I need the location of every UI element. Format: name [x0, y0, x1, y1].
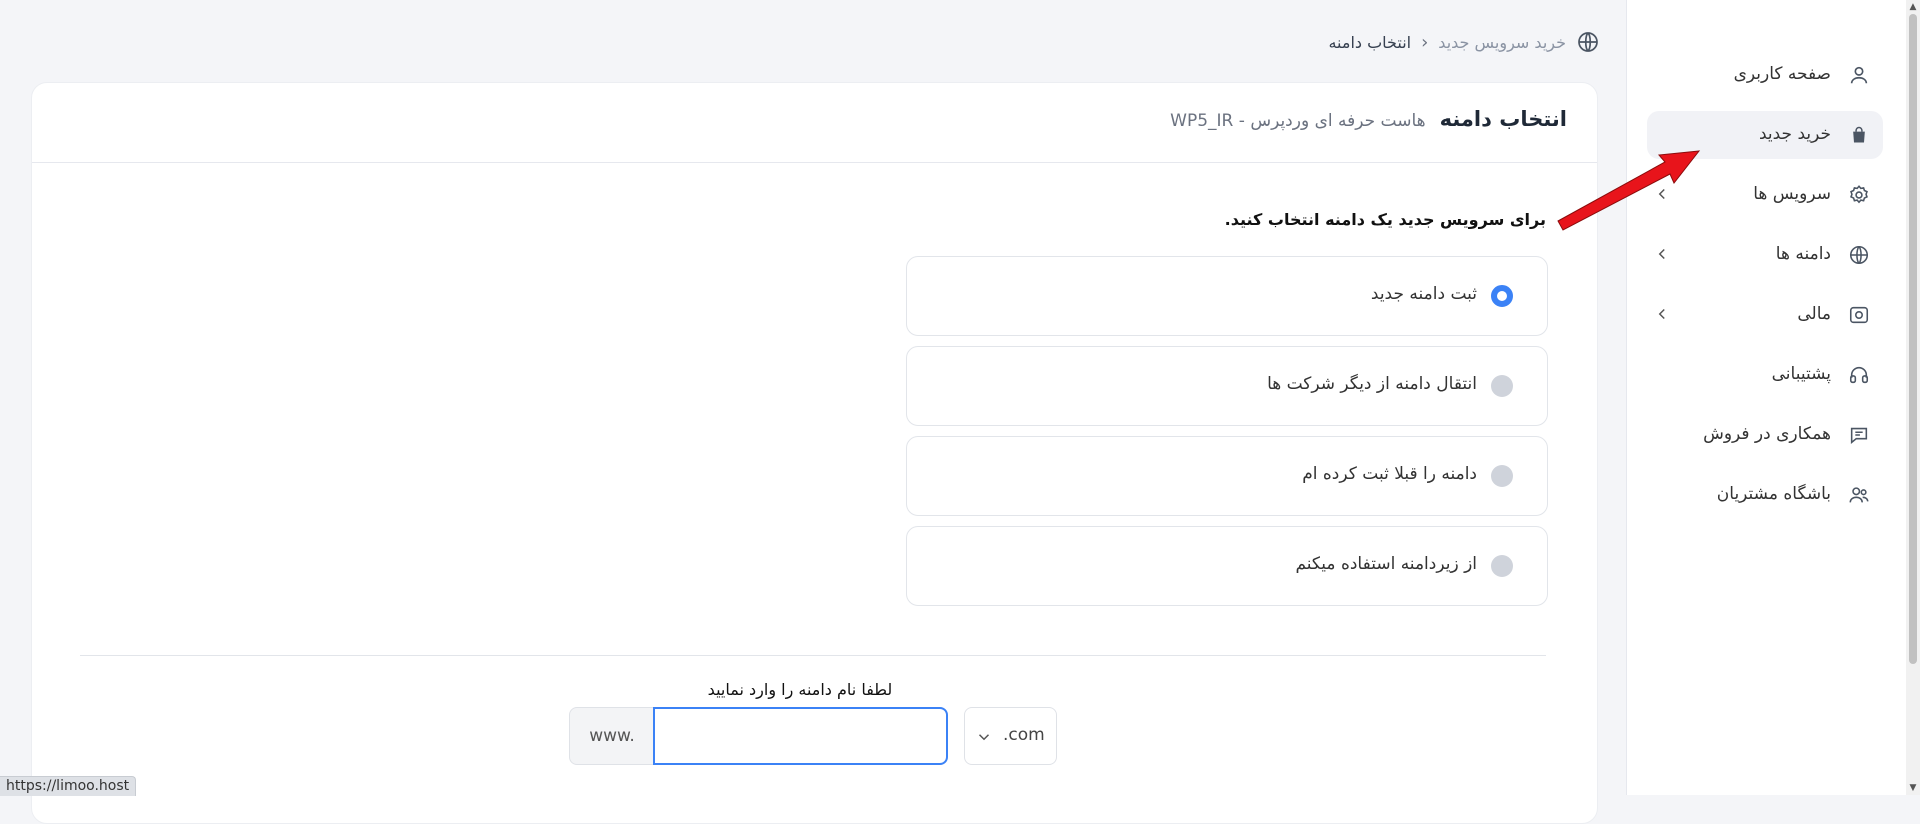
shopping-bag-icon [1847, 123, 1871, 147]
sidebar-item-dashboard[interactable]: صفحه کاربری [1647, 51, 1883, 99]
scroll-down-icon[interactable]: ▼ [1906, 781, 1920, 795]
user-icon [1847, 63, 1871, 87]
chat-icon [1847, 423, 1871, 447]
annotation-arrow-icon [1557, 150, 1701, 231]
divider [80, 655, 1546, 656]
gear-icon [1847, 183, 1871, 207]
sidebar-item-financial[interactable]: مالی [1647, 291, 1883, 339]
sidebar-item-label: صفحه کاربری [1733, 64, 1831, 84]
sidebar-item-label: پشتیبانی [1771, 364, 1831, 384]
option-use-subdomain[interactable]: از زیردامنه استفاده میکنم [906, 526, 1548, 606]
card-title: انتخاب دامنه [1439, 107, 1567, 131]
sidebar-item-label: سرویس ها [1753, 184, 1831, 204]
sidebar-item-domains[interactable]: دامنه ها [1647, 231, 1883, 279]
sidebar-item-support[interactable]: پشتیبانی [1647, 351, 1883, 399]
card-subtitle: هاست حرفه ای وردپرس - WP5_IR [1170, 111, 1426, 131]
chevron-down-icon [975, 728, 993, 746]
instruction-text: برای سرویس جدید یک دامنه انتخاب کنید. [1224, 210, 1546, 229]
scroll-up-icon[interactable]: ▲ [1906, 0, 1920, 14]
option-label: انتقال دامنه از دیگر شرکت ها [1267, 374, 1477, 394]
option-register-new-domain[interactable]: ثبت دامنه جدید [906, 256, 1548, 336]
sidebar: صفحه کاربری خرید جدید سرویس ها دامنه ها … [1626, 0, 1907, 795]
radio-button[interactable] [1491, 465, 1513, 487]
sidebar-item-label: مالی [1797, 304, 1831, 324]
domain-name-input[interactable] [653, 707, 948, 765]
globe-icon [1847, 243, 1871, 267]
option-label: ثبت دامنه جدید [1370, 284, 1477, 304]
sidebar-item-label: باشگاه مشتریان [1716, 484, 1831, 504]
tld-selected-value: .com [1003, 725, 1045, 745]
radio-button[interactable] [1491, 375, 1513, 397]
sidebar-item-label: خرید جدید [1758, 124, 1831, 144]
domain-input-label: لطفا نام دامنه را وارد نمایید [707, 680, 893, 699]
status-bar-url: https://limoo.host [0, 776, 137, 796]
radio-button[interactable] [1491, 555, 1513, 577]
tld-select[interactable]: .com [964, 707, 1057, 765]
breadcrumb: خرید سرویس جدید ‹ انتخاب دامنه [1280, 28, 1600, 56]
option-already-registered[interactable]: دامنه را قبلا ثبت کرده ام [906, 436, 1548, 516]
card-title-group: انتخاب دامنه هاست حرفه ای وردپرس - WP5_I… [1170, 107, 1567, 131]
breadcrumb-separator-icon: ‹ [1421, 31, 1429, 53]
breadcrumb-current: انتخاب دامنه [1328, 32, 1412, 52]
www-prefix: www. [569, 707, 655, 765]
chevron-left-icon [1653, 305, 1673, 325]
option-label: دامنه را قبلا ثبت کرده ام [1302, 464, 1477, 484]
chevron-left-icon [1653, 245, 1673, 265]
sidebar-item-customer-club[interactable]: باشگاه مشتریان [1647, 471, 1883, 519]
option-label: از زیردامنه استفاده میکنم [1295, 554, 1477, 574]
radio-button[interactable] [1491, 285, 1513, 307]
cash-icon [1847, 303, 1871, 327]
scrollbar-thumb[interactable] [1909, 14, 1917, 664]
breadcrumb-parent-link[interactable]: خرید سرویس جدید [1438, 33, 1566, 52]
card-header: انتخاب دامنه هاست حرفه ای وردپرس - WP5_I… [32, 83, 1597, 163]
headset-icon [1847, 363, 1871, 387]
users-icon [1847, 483, 1871, 507]
globe-icon [1576, 30, 1600, 54]
sidebar-item-label: همکاری در فروش [1703, 424, 1831, 444]
sidebar-item-affiliate[interactable]: همکاری در فروش [1647, 411, 1883, 459]
option-transfer-domain[interactable]: انتقال دامنه از دیگر شرکت ها [906, 346, 1548, 426]
sidebar-item-label: دامنه ها [1775, 244, 1831, 264]
